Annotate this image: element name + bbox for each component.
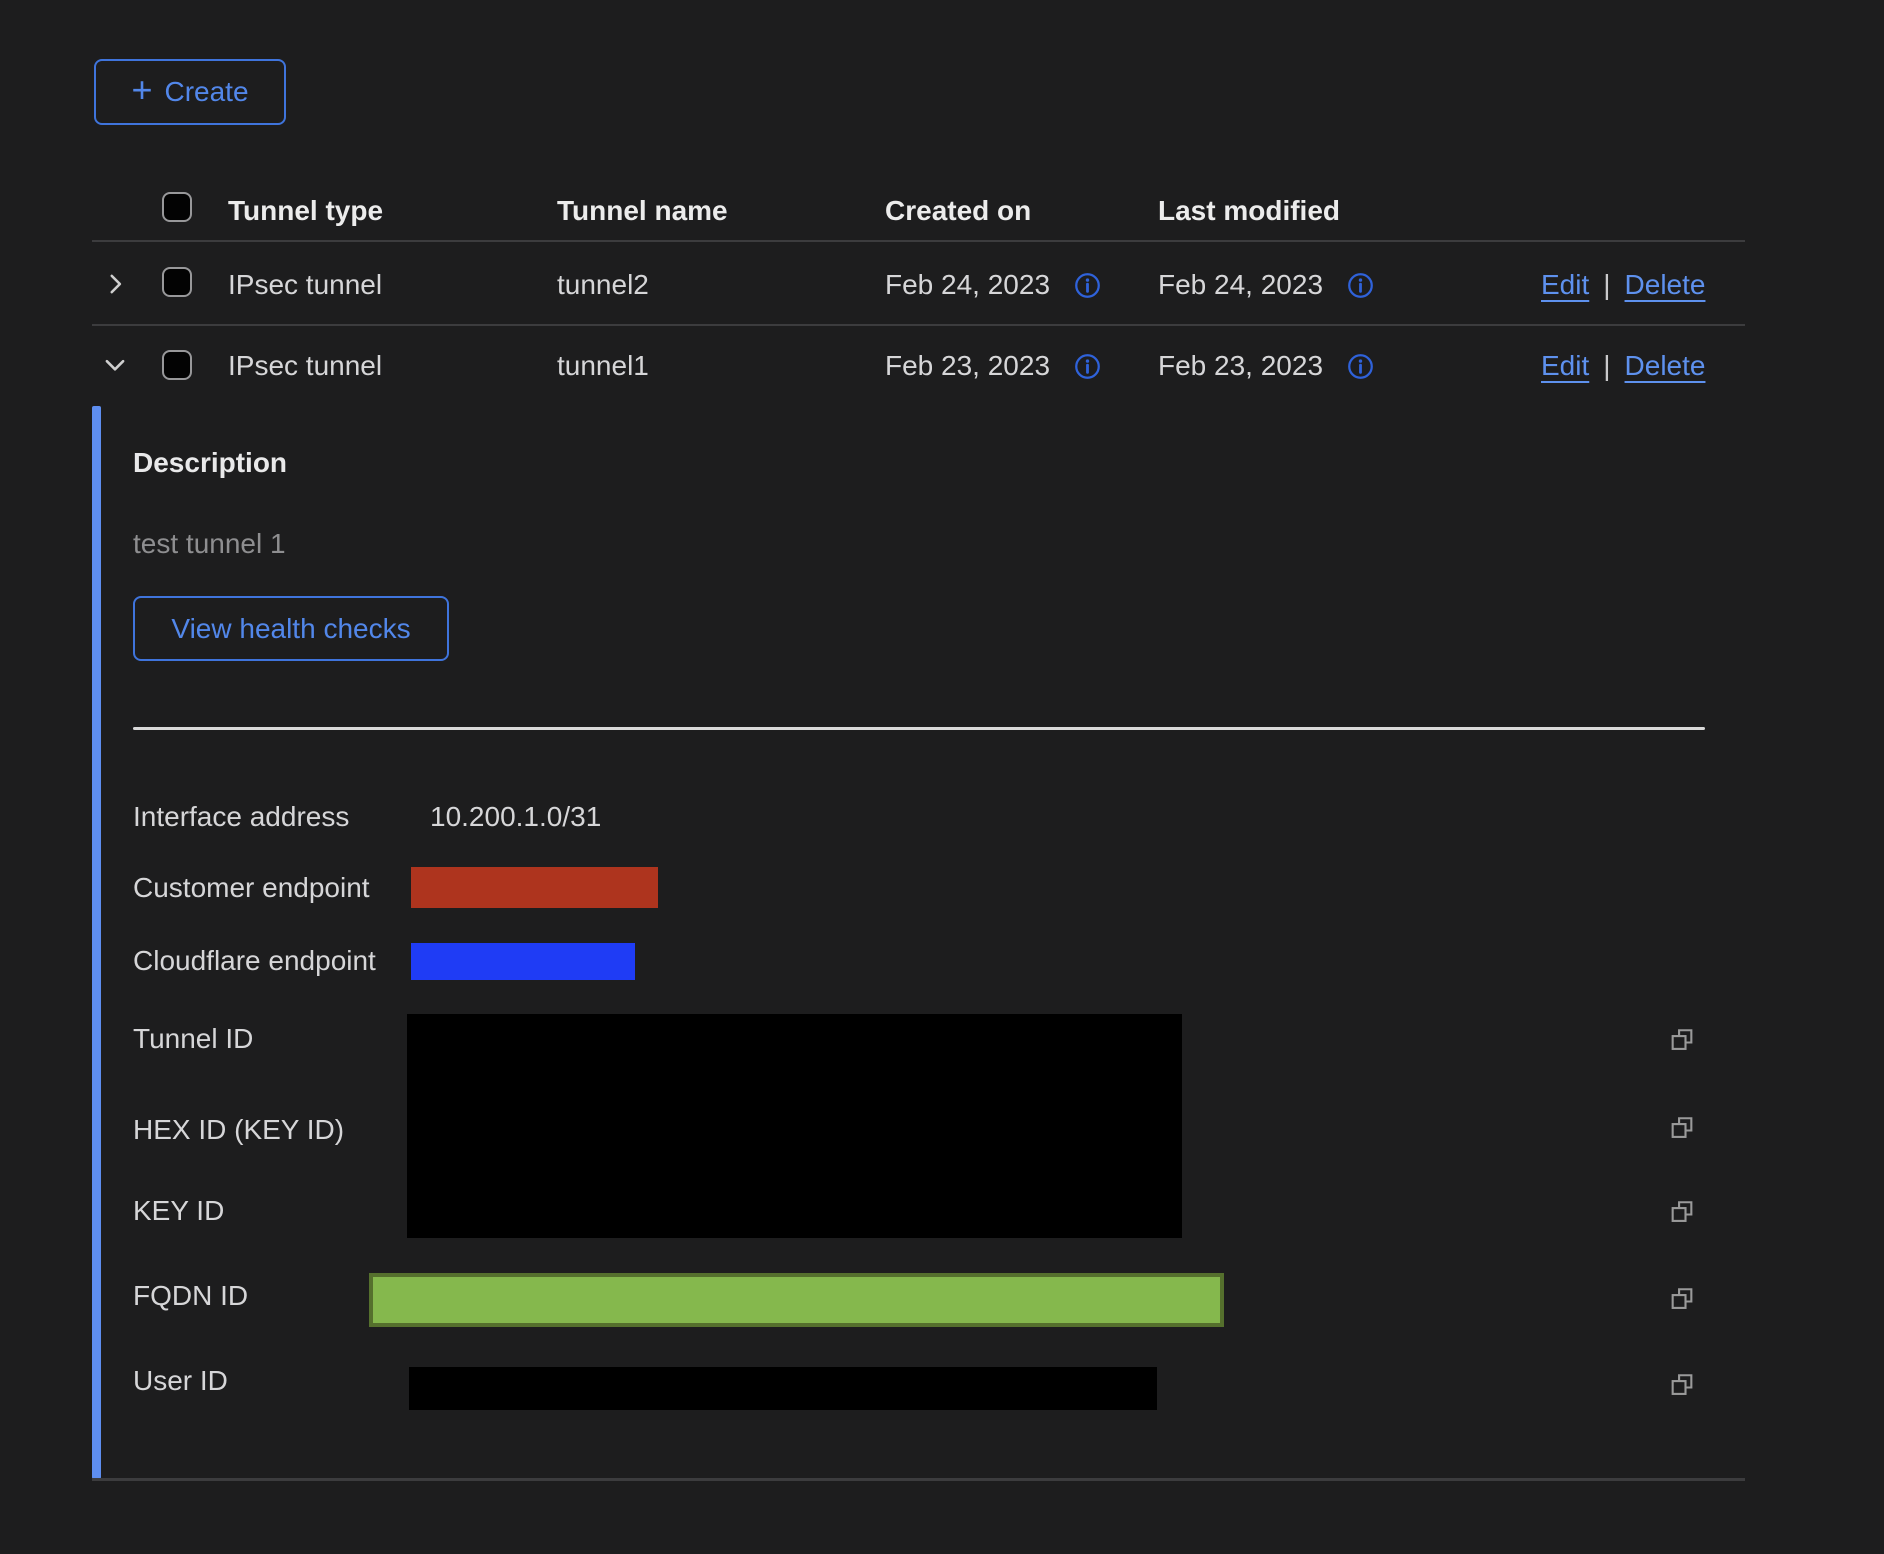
copy-icon xyxy=(1668,1025,1696,1053)
column-header-last-modified: Last modified xyxy=(1158,194,1340,228)
description-label: Description xyxy=(133,446,287,480)
copy-icon xyxy=(1668,1113,1696,1141)
ids-redaction-block xyxy=(407,1014,1182,1238)
row-expand-chevron-right-icon[interactable] xyxy=(102,271,128,297)
description-value: test tunnel 1 xyxy=(133,527,286,561)
row-checkbox[interactable] xyxy=(162,350,192,380)
created-on-cell: Feb 23, 2023 xyxy=(885,349,1101,383)
tunnel-id-label: Tunnel ID xyxy=(133,1022,253,1056)
tunnel-name-cell: tunnel2 xyxy=(557,268,649,302)
copy-icon xyxy=(1668,1197,1696,1225)
action-separator: | xyxy=(1603,268,1610,302)
copy-user-id-button[interactable] xyxy=(1668,1370,1696,1398)
delete-link[interactable]: Delete xyxy=(1625,349,1706,383)
hex-id-label: HEX ID (KEY ID) xyxy=(133,1113,344,1147)
create-button[interactable]: + Create xyxy=(94,59,286,125)
section-divider xyxy=(133,727,1705,730)
copy-icon xyxy=(1668,1284,1696,1312)
created-on-value: Feb 23, 2023 xyxy=(885,349,1050,383)
table-bottom-divider xyxy=(92,1478,1745,1481)
delete-link[interactable]: Delete xyxy=(1625,268,1706,302)
tunnel-type-cell: IPsec tunnel xyxy=(228,349,382,383)
copy-fqdn-id-button[interactable] xyxy=(1668,1284,1696,1312)
customer-endpoint-redaction xyxy=(411,867,658,908)
created-on-value: Feb 24, 2023 xyxy=(885,268,1050,302)
last-modified-value: Feb 23, 2023 xyxy=(1158,349,1323,383)
copy-tunnel-id-button[interactable] xyxy=(1668,1025,1696,1053)
customer-endpoint-label: Customer endpoint xyxy=(133,871,370,905)
user-id-redaction xyxy=(409,1367,1157,1410)
interface-address-value: 10.200.1.0/31 xyxy=(430,800,601,834)
create-button-label: Create xyxy=(164,78,248,106)
copy-key-id-button[interactable] xyxy=(1668,1197,1696,1225)
fqdn-id-redaction xyxy=(369,1273,1224,1327)
header-divider xyxy=(92,240,1745,242)
copy-icon xyxy=(1668,1370,1696,1398)
info-icon[interactable] xyxy=(1347,353,1374,380)
created-on-cell: Feb 24, 2023 xyxy=(885,268,1101,302)
edit-link[interactable]: Edit xyxy=(1541,349,1589,383)
column-header-tunnel-type: Tunnel type xyxy=(228,194,383,228)
edit-link[interactable]: Edit xyxy=(1541,268,1589,302)
column-header-tunnel-name: Tunnel name xyxy=(557,194,728,228)
copy-hex-id-button[interactable] xyxy=(1668,1113,1696,1141)
key-id-label: KEY ID xyxy=(133,1194,224,1228)
user-id-label: User ID xyxy=(133,1364,228,1398)
row-divider xyxy=(92,324,1745,326)
cloudflare-endpoint-label: Cloudflare endpoint xyxy=(133,944,376,978)
row-checkbox[interactable] xyxy=(162,267,192,297)
last-modified-value: Feb 24, 2023 xyxy=(1158,268,1323,302)
column-header-created-on: Created on xyxy=(885,194,1031,228)
tunnel-name-cell: tunnel1 xyxy=(557,349,649,383)
last-modified-cell: Feb 23, 2023 xyxy=(1158,349,1374,383)
select-all-checkbox[interactable] xyxy=(162,192,192,222)
tunnel-type-cell: IPsec tunnel xyxy=(228,268,382,302)
row-collapse-chevron-down-icon[interactable] xyxy=(102,352,128,378)
row-actions: Edit | Delete xyxy=(1541,349,1705,383)
interface-address-label: Interface address xyxy=(133,800,349,834)
plus-icon: + xyxy=(131,72,152,108)
info-icon[interactable] xyxy=(1074,353,1101,380)
action-separator: | xyxy=(1603,349,1610,383)
row-actions: Edit | Delete xyxy=(1541,268,1705,302)
view-health-checks-button[interactable]: View health checks xyxy=(133,596,449,661)
info-icon[interactable] xyxy=(1074,272,1101,299)
cloudflare-endpoint-redaction xyxy=(411,943,635,980)
view-health-checks-label: View health checks xyxy=(171,615,410,643)
info-icon[interactable] xyxy=(1347,272,1374,299)
last-modified-cell: Feb 24, 2023 xyxy=(1158,268,1374,302)
fqdn-id-label: FQDN ID xyxy=(133,1279,248,1313)
expanded-row-accent-bar xyxy=(92,406,101,1479)
tunnels-page: + Create Tunnel type Tunnel name Created… xyxy=(0,0,1884,1554)
